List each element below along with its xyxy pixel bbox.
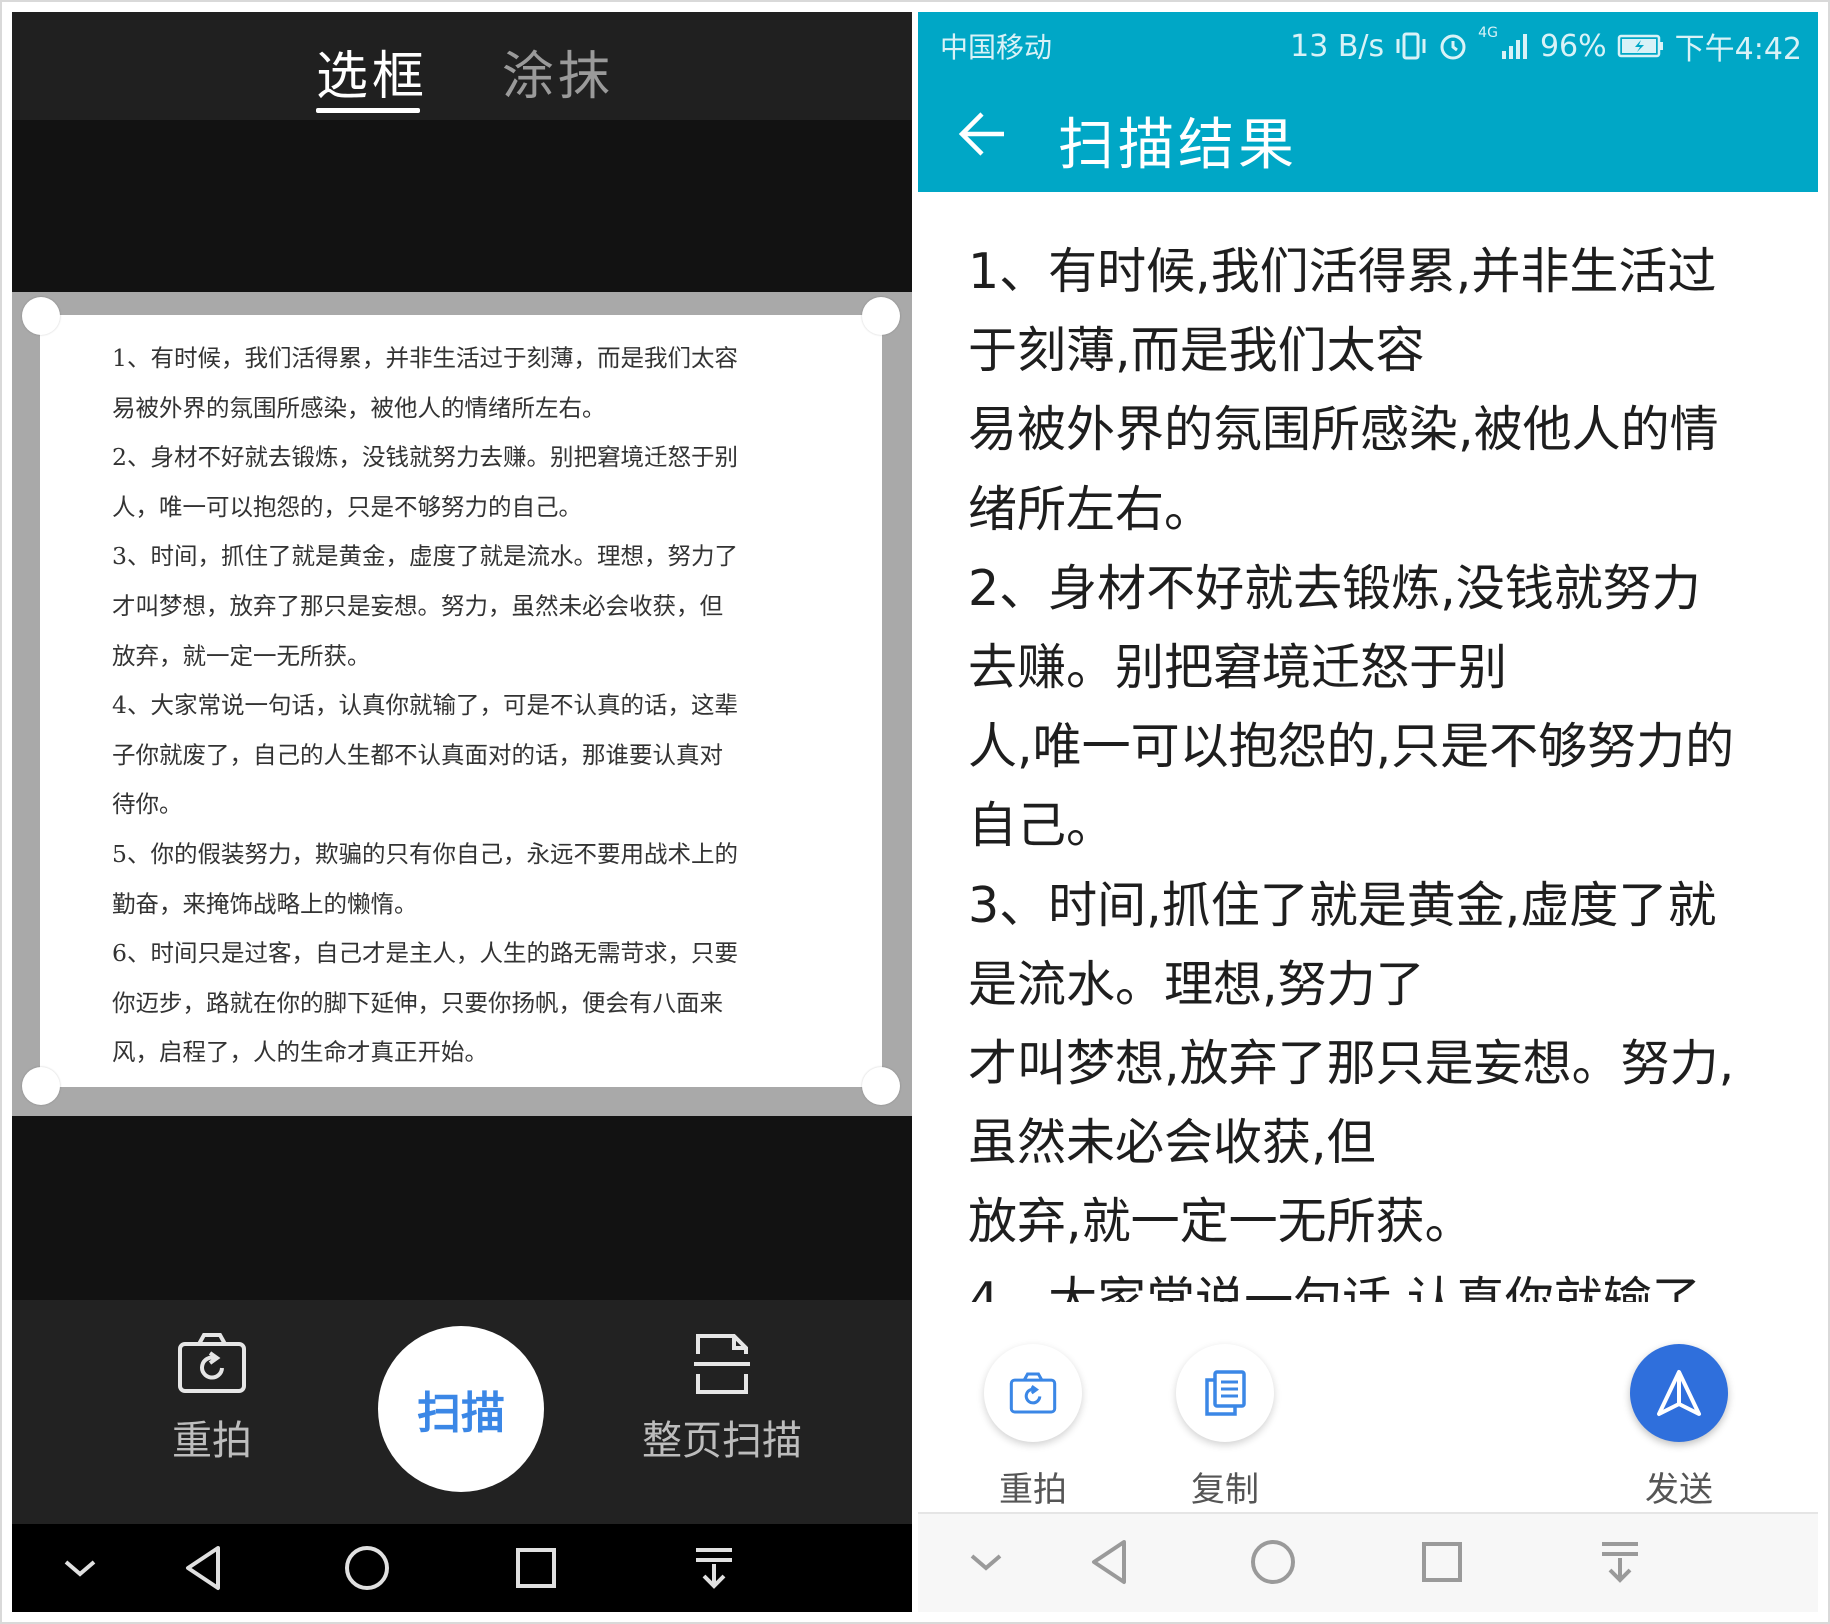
crop-handle-bottom-right[interactable] <box>862 1067 900 1105</box>
tab-select-box[interactable]: 选框 <box>316 34 428 109</box>
fullpage-scan-icon <box>694 1334 750 1394</box>
mode-tabs: 选框 涂抹 <box>12 12 912 120</box>
scan-button[interactable]: 扫描 <box>378 1326 544 1492</box>
network-type: 4G <box>1478 25 1498 41</box>
result-text-line: 易被外界的氛围所感染,被他人的情 <box>968 401 1719 459</box>
notification-pull-icon[interactable] <box>1598 1534 1642 1590</box>
retake-label: 重拍 <box>172 1418 252 1464</box>
copy-button[interactable] <box>1176 1344 1274 1442</box>
right-phone-screen: 中国移动 13 B/s 4G 96% 下午4:42 扫描结果 1、有时候,我们活… <box>918 12 1818 1612</box>
crop-frame[interactable] <box>40 315 882 1087</box>
retake-button[interactable]: 重拍 <box>152 1332 272 1466</box>
chevron-down-icon[interactable] <box>966 1534 1006 1590</box>
battery-charging-icon <box>1617 34 1663 58</box>
tab-smear[interactable]: 涂抹 <box>502 34 614 109</box>
result-text-line: 是流水。理想,努力了 <box>968 955 1425 1013</box>
nav-recents-icon[interactable] <box>1420 1534 1464 1590</box>
vibrate-icon <box>1396 32 1426 60</box>
fullpage-scan-label: 整页扫描 <box>642 1418 802 1464</box>
clock-time: 下午4:42 <box>1674 32 1802 67</box>
chevron-down-icon[interactable] <box>60 1540 100 1596</box>
result-text-line: 绪所左右。 <box>968 480 1214 538</box>
copy-icon <box>1205 1370 1246 1416</box>
signal-icon <box>1501 34 1527 59</box>
nav-home-icon[interactable] <box>1248 1534 1298 1590</box>
send-icon <box>1657 1370 1701 1416</box>
result-text-line: 放弃,就一定一无所获。 <box>968 1193 1474 1251</box>
carrier-name: 中国移动 <box>940 31 1053 64</box>
active-tab-indicator <box>316 108 420 113</box>
result-text-line: 人,唯一可以抱怨的,只是不够努力的 <box>968 718 1735 776</box>
crop-handle-top-left[interactable] <box>22 297 60 335</box>
nav-recents-icon[interactable] <box>514 1540 558 1596</box>
result-toolbar: 重拍 复制 发送 <box>918 1302 1818 1524</box>
battery-percent: 96% <box>1539 28 1607 64</box>
network-speed: 13 B/s <box>1290 28 1385 64</box>
result-text-line: 1、有时候,我们活得累,并非生活过 <box>968 243 1717 300</box>
back-arrow-icon[interactable] <box>956 108 1008 160</box>
status-bar: 中国移动 13 B/s 4G 96% 下午4:42 <box>918 12 1818 74</box>
send-button[interactable] <box>1630 1344 1728 1442</box>
result-text-line: 虽然未必会收获,但 <box>968 1114 1376 1172</box>
nav-home-icon[interactable] <box>342 1540 392 1596</box>
system-nav-bar <box>918 1512 1818 1612</box>
retake-label: 重拍 <box>999 1470 1067 1510</box>
scan-result-text[interactable]: 1、有时候,我们活得累,并非生活过 于刻薄,而是我们太容易被外界的氛围所感染,被他… <box>968 232 1798 1302</box>
retake-button-round[interactable] <box>984 1344 1082 1442</box>
alarm-icon <box>1440 34 1466 60</box>
result-text-line: 自己。 <box>968 797 1116 855</box>
system-nav-bar <box>12 1524 912 1612</box>
result-text-line: 去赚。别把窘境迁怒于别 <box>968 638 1508 696</box>
scan-result-area[interactable]: 1、有时候,我们活得累,并非生活过 于刻薄,而是我们太容易被外界的氛围所感染,被他… <box>918 192 1818 1302</box>
camera-retake-icon <box>1009 1372 1057 1414</box>
app-bar: 扫描结果 <box>918 74 1818 192</box>
left-phone-screen: 选框 涂抹 1、有时候，我们活得累，并非生活过于刻薄，而是我们太容 易被外界的氛围… <box>12 12 912 1612</box>
send-label: 发送 <box>1645 1470 1713 1510</box>
crop-handle-bottom-left[interactable] <box>22 1067 60 1105</box>
nav-back-icon[interactable] <box>1088 1534 1132 1590</box>
result-text-line: 于刻薄,而是我们太容 <box>968 322 1425 380</box>
notification-pull-icon[interactable] <box>692 1540 736 1596</box>
crop-handle-top-right[interactable] <box>862 297 900 335</box>
result-text-line: 才叫梦想,放弃了那只是妄想。努力, <box>968 1034 1735 1092</box>
result-text-line: 2、身材不好就去锻炼,没钱就努力 <box>968 559 1701 617</box>
copy-label: 复制 <box>1191 1470 1259 1510</box>
result-text-line: 3、时间,抓住了就是黄金,虚度了就 <box>968 876 1717 934</box>
status-indicators: 13 B/s 4G 96% 下午4:42 <box>1290 24 1802 68</box>
result-text-line: 4、大家常说一句话,认真你就输了 <box>968 1272 1701 1302</box>
camera-retake-icon <box>178 1333 246 1393</box>
fullpage-scan-button[interactable]: 整页扫描 <box>632 1332 812 1466</box>
page-title: 扫描结果 <box>1058 113 1298 178</box>
nav-back-icon[interactable] <box>182 1540 226 1596</box>
